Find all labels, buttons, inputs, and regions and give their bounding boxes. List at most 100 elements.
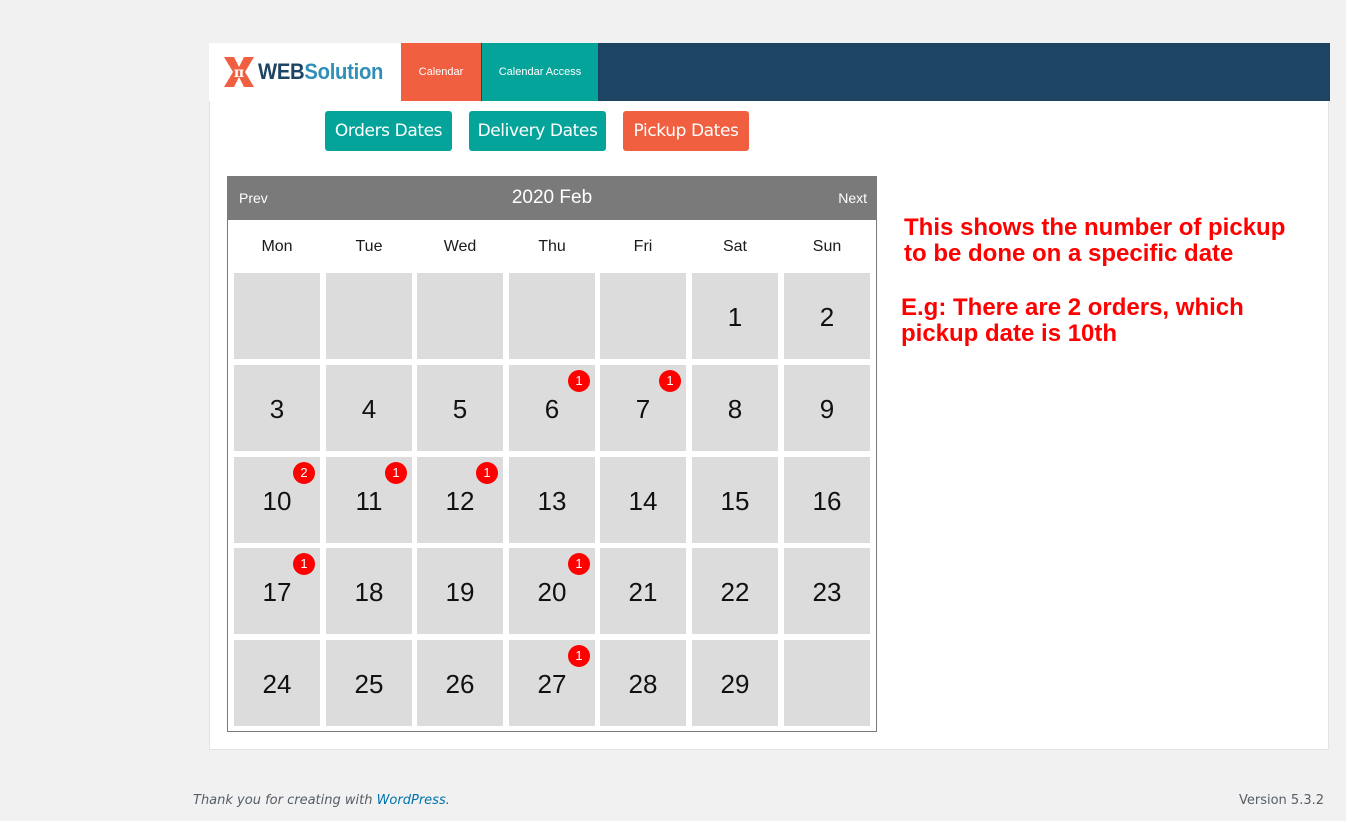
day-number: 27: [537, 669, 567, 699]
pickup-count-badge: 2: [293, 462, 315, 484]
calendar-day-cell[interactable]: 13: [509, 457, 595, 543]
calendar-day-cell[interactable]: 19: [417, 548, 503, 634]
calendar-day-cell[interactable]: 4: [326, 365, 412, 451]
calendar-day-cell[interactable]: 71: [600, 365, 686, 451]
calendar-day-cell[interactable]: 20 1: [509, 548, 595, 634]
calendar-day-cell[interactable]: 23: [784, 548, 870, 634]
day-number: 7: [635, 394, 651, 424]
calendar-day-cell[interactable]: 2: [784, 273, 870, 359]
calendar-day-cell[interactable]: 15: [692, 457, 778, 543]
calendar-day-cell[interactable]: 24: [234, 640, 320, 726]
calendar-empty-cell: [234, 273, 320, 359]
day-number: 20: [537, 577, 567, 607]
pickup-count-badge: 1: [385, 462, 407, 484]
footer-thanks: Thank you for creating with WordPress.: [193, 793, 450, 808]
day-number: 4: [361, 394, 377, 424]
calendar-day-cell[interactable]: 10 2: [234, 457, 320, 543]
pickup-count-badge: 1: [476, 462, 498, 484]
pickup-count-badge: 1: [659, 370, 681, 392]
wordpress-link[interactable]: WordPress: [377, 793, 446, 808]
calendar-empty-cell: [509, 273, 595, 359]
day-number: 24: [262, 669, 292, 699]
tab-calendar[interactable]: Calendar: [401, 43, 481, 101]
calendar-day-cell[interactable]: 22: [692, 548, 778, 634]
calendar-day-cell[interactable]: 3: [234, 365, 320, 451]
brand-logo[interactable]: π WEBSolution: [209, 43, 401, 101]
day-number: 3: [269, 394, 285, 424]
day-number: 23: [812, 577, 842, 607]
calendar-day-cell[interactable]: 9: [784, 365, 870, 451]
calendar-day-cell[interactable]: 1: [692, 273, 778, 359]
weekday-label: Wed: [443, 238, 477, 255]
day-number: 16: [812, 486, 842, 516]
calendar-header: Prev 2020 Feb Next: [228, 177, 876, 220]
weekday-label: Sun: [812, 238, 842, 255]
calendar-day-cell[interactable]: 28: [600, 640, 686, 726]
calendar-empty-cell: [784, 640, 870, 726]
brand-name-web: WEB: [258, 59, 305, 84]
day-number: 21: [628, 577, 658, 607]
pickup-dates-button[interactable]: Pickup Dates: [623, 111, 749, 151]
day-number: 29: [720, 669, 750, 699]
weekday-label: Fri: [633, 238, 653, 255]
day-number: 5: [452, 394, 468, 424]
brand-name: WEBSolution: [258, 58, 383, 86]
annotation-line: pickup date is 10th: [901, 320, 1118, 347]
orders-dates-button[interactable]: Orders Dates: [325, 111, 452, 151]
top-navigation-bar: π WEBSolution Calendar Calendar Access: [209, 43, 1330, 101]
day-number: 14: [628, 486, 658, 516]
calendar-empty-cell: [600, 273, 686, 359]
pickup-count-badge: 1: [568, 370, 590, 392]
weekday-label: Thu: [538, 238, 566, 255]
calendar: Prev 2020 Feb Next Mon Tue Wed Thu Fri Sat Sun…: [227, 176, 877, 732]
day-number: 2: [819, 302, 835, 332]
version-text: Version 5.3.2: [1238, 793, 1324, 808]
calendar-day-cell[interactable]: 12 1: [417, 457, 503, 543]
day-number: 6: [544, 394, 560, 424]
day-number: 17: [262, 577, 292, 607]
delivery-dates-button[interactable]: Delivery Dates: [469, 111, 606, 151]
brand-name-solution: Solution: [304, 59, 384, 84]
calendar-day-cell[interactable]: 27 1: [509, 640, 595, 726]
calendar-day-cell[interactable]: 5: [417, 365, 503, 451]
calendar-day-cell[interactable]: 25: [326, 640, 412, 726]
footer-thanks-suffix: .: [445, 793, 450, 808]
calendar-day-cell[interactable]: 18: [326, 548, 412, 634]
day-number: 11: [355, 486, 383, 516]
calendar-day-cell[interactable]: 29: [692, 640, 778, 726]
calendar-day-cell[interactable]: 26: [417, 640, 503, 726]
weekday-label: Mon: [261, 238, 293, 255]
day-number: 9: [819, 394, 835, 424]
calendar-day-cell[interactable]: 16: [784, 457, 870, 543]
calendar-empty-cell: [326, 273, 412, 359]
weekday-label: Tue: [355, 238, 383, 255]
footer-thanks-prefix: Thank you for creating with: [193, 793, 377, 808]
annotation-line: to be done on a specific date: [904, 240, 1234, 267]
next-month-link[interactable]: Next: [838, 190, 867, 206]
calendar-day-cell[interactable]: 17 1: [234, 548, 320, 634]
day-number: 8: [727, 394, 743, 424]
calendar-day-cell[interactable]: 8: [692, 365, 778, 451]
annotation-line: E.g: There are 2 orders, which: [901, 294, 1244, 321]
day-number: 26: [445, 669, 475, 699]
day-number: 22: [720, 577, 750, 607]
day-number: 28: [628, 669, 658, 699]
calendar-day-cell[interactable]: 61: [509, 365, 595, 451]
annotation-line: This shows the number of pickup: [904, 214, 1286, 241]
calendar-empty-cell: [417, 273, 503, 359]
day-number: 1: [727, 302, 743, 332]
day-number: 10: [262, 486, 292, 516]
day-number: 12: [445, 486, 475, 516]
calendar-day-cell[interactable]: 21: [600, 548, 686, 634]
day-number: 13: [537, 486, 567, 516]
annotation-example: E.g: There are 2 orders, which pickup da…: [901, 295, 1331, 347]
pickup-count-badge: 1: [568, 553, 590, 575]
calendar-day-cell[interactable]: 11 1: [326, 457, 412, 543]
day-number: 25: [354, 669, 384, 699]
day-number: 18: [354, 577, 384, 607]
calendar-month-title: 2020 Feb: [511, 187, 593, 208]
calendar-day-cell[interactable]: 14: [600, 457, 686, 543]
weekday-label: Sat: [722, 238, 747, 255]
tab-calendar-access[interactable]: Calendar Access: [482, 43, 598, 101]
pi-logo-icon: π: [224, 57, 254, 87]
